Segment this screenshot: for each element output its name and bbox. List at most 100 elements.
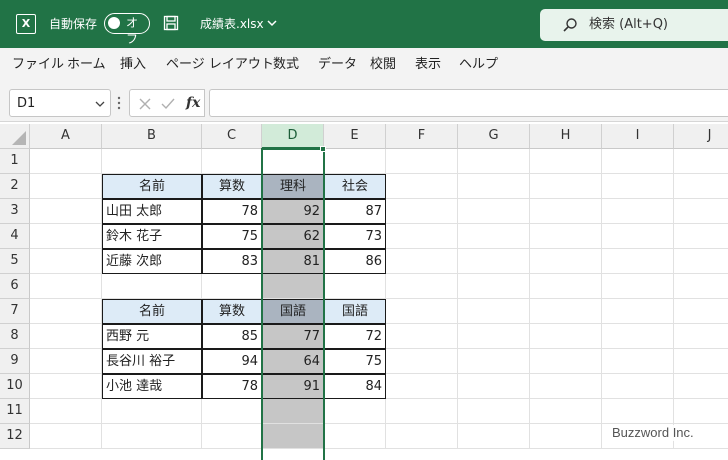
cell-i10[interactable] xyxy=(602,374,674,399)
cell-f4[interactable] xyxy=(386,224,458,249)
cell-j5[interactable] xyxy=(674,249,728,274)
column-header-c[interactable]: C xyxy=(202,124,262,149)
cell-e5[interactable]: 86 xyxy=(324,249,386,274)
tab-insert[interactable]: 挿入 xyxy=(120,57,146,73)
cell-i1[interactable] xyxy=(602,149,674,174)
cell-h11[interactable] xyxy=(530,399,602,424)
cell-h2[interactable] xyxy=(530,174,602,199)
cell-g9[interactable] xyxy=(458,349,530,374)
row-header-9[interactable]: 9 xyxy=(0,349,30,374)
cell-a2[interactable] xyxy=(30,174,102,199)
name-box[interactable]: D1 xyxy=(9,89,111,117)
cell-a4[interactable] xyxy=(30,224,102,249)
cell-f2[interactable] xyxy=(386,174,458,199)
cell-a7[interactable] xyxy=(30,299,102,324)
cell-h4[interactable] xyxy=(530,224,602,249)
cell-j1[interactable] xyxy=(674,149,728,174)
cell-d5[interactable]: 81 xyxy=(262,249,324,274)
cell-e9[interactable]: 75 xyxy=(324,349,386,374)
cell-a10[interactable] xyxy=(30,374,102,399)
cell-d9[interactable]: 64 xyxy=(262,349,324,374)
search-box[interactable]: 検索 (Alt+Q) xyxy=(540,9,728,41)
cell-e12[interactable] xyxy=(324,424,386,449)
cell-g12[interactable] xyxy=(458,424,530,449)
cell-b12[interactable] xyxy=(102,424,202,449)
cell-e10[interactable]: 84 xyxy=(324,374,386,399)
cell-i3[interactable] xyxy=(602,199,674,224)
column-header-h[interactable]: H xyxy=(530,124,602,149)
cell-g1[interactable] xyxy=(458,149,530,174)
cell-h8[interactable] xyxy=(530,324,602,349)
cell-e1[interactable] xyxy=(324,149,386,174)
column-header-f[interactable]: F xyxy=(386,124,458,149)
cell-h5[interactable] xyxy=(530,249,602,274)
insert-function-icon[interactable]: fx xyxy=(186,93,200,113)
tab-review[interactable]: 校閲 xyxy=(370,57,396,73)
cell-c2[interactable]: 算数 xyxy=(202,174,262,199)
cell-j8[interactable] xyxy=(674,324,728,349)
cell-b3[interactable]: 山田 太郎 xyxy=(102,199,202,224)
column-header-e[interactable]: E xyxy=(324,124,386,149)
row-header-5[interactable]: 5 xyxy=(0,249,30,274)
cell-a12[interactable] xyxy=(30,424,102,449)
cell-c3[interactable]: 78 xyxy=(202,199,262,224)
cell-g5[interactable] xyxy=(458,249,530,274)
cell-f10[interactable] xyxy=(386,374,458,399)
cell-i7[interactable] xyxy=(602,299,674,324)
cell-j4[interactable] xyxy=(674,224,728,249)
cell-c12[interactable] xyxy=(202,424,262,449)
cell-a8[interactable] xyxy=(30,324,102,349)
cell-b10[interactable]: 小池 達哉 xyxy=(102,374,202,399)
cell-g2[interactable] xyxy=(458,174,530,199)
row-header-2[interactable]: 2 xyxy=(0,174,30,199)
cell-a1[interactable] xyxy=(30,149,102,174)
cell-b9[interactable]: 長谷川 裕子 xyxy=(102,349,202,374)
cell-c4[interactable]: 75 xyxy=(202,224,262,249)
cell-a3[interactable] xyxy=(30,199,102,224)
cell-g7[interactable] xyxy=(458,299,530,324)
column-header-j[interactable]: J xyxy=(674,124,728,149)
cell-d6[interactable] xyxy=(262,274,324,299)
cell-e8[interactable]: 72 xyxy=(324,324,386,349)
cell-h10[interactable] xyxy=(530,374,602,399)
tab-view[interactable]: 表示 xyxy=(415,57,441,73)
cell-e11[interactable] xyxy=(324,399,386,424)
cell-b7[interactable]: 名前 xyxy=(102,299,202,324)
row-header-8[interactable]: 8 xyxy=(0,324,30,349)
cell-f6[interactable] xyxy=(386,274,458,299)
cell-h1[interactable] xyxy=(530,149,602,174)
file-name[interactable]: 成績表.xlsx xyxy=(200,15,264,33)
row-header-7[interactable]: 7 xyxy=(0,299,30,324)
cell-f7[interactable] xyxy=(386,299,458,324)
cell-d3[interactable]: 92 xyxy=(262,199,324,224)
cell-j7[interactable] xyxy=(674,299,728,324)
cell-i5[interactable] xyxy=(602,249,674,274)
cell-e3[interactable]: 87 xyxy=(324,199,386,224)
tab-formulas[interactable]: 数式 xyxy=(273,57,299,73)
row-header-1[interactable]: 1 xyxy=(0,149,30,174)
cell-b1[interactable] xyxy=(102,149,202,174)
select-all-button[interactable] xyxy=(0,124,30,149)
cell-g6[interactable] xyxy=(458,274,530,299)
cell-h9[interactable] xyxy=(530,349,602,374)
tab-data[interactable]: データ xyxy=(318,57,357,73)
cell-c8[interactable]: 85 xyxy=(202,324,262,349)
cancel-icon[interactable] xyxy=(137,96,153,112)
cell-d12[interactable] xyxy=(262,424,324,449)
cell-c6[interactable] xyxy=(202,274,262,299)
cell-i6[interactable] xyxy=(602,274,674,299)
cell-d4[interactable]: 62 xyxy=(262,224,324,249)
row-header-10[interactable]: 10 xyxy=(0,374,30,399)
cell-i8[interactable] xyxy=(602,324,674,349)
column-header-d[interactable]: D xyxy=(262,124,324,149)
cell-e6[interactable] xyxy=(324,274,386,299)
cell-a6[interactable] xyxy=(30,274,102,299)
cell-a5[interactable] xyxy=(30,249,102,274)
cell-f1[interactable] xyxy=(386,149,458,174)
cell-h6[interactable] xyxy=(530,274,602,299)
cell-i2[interactable] xyxy=(602,174,674,199)
cell-d8[interactable]: 77 xyxy=(262,324,324,349)
chevron-down-icon[interactable] xyxy=(95,99,105,109)
cell-c5[interactable]: 83 xyxy=(202,249,262,274)
cell-h3[interactable] xyxy=(530,199,602,224)
